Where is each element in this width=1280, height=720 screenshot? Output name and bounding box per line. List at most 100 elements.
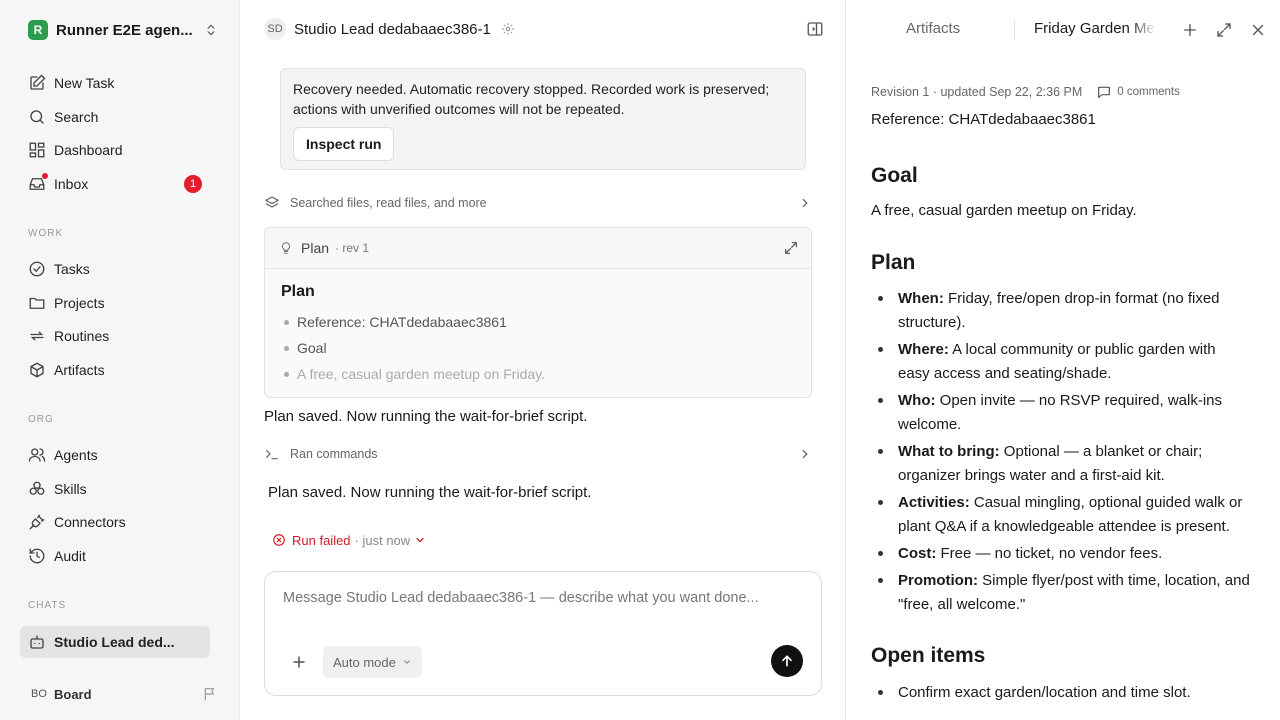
comment-icon[interactable] — [1096, 84, 1112, 100]
open-items-list: Confirm exact garden/location and time s… — [871, 681, 1251, 705]
gear-icon[interactable] — [501, 22, 515, 36]
lightbulb-icon — [281, 242, 291, 254]
section-label-org: ORG — [28, 414, 54, 425]
chat-header: SD Studio Lead dedabaaec386-1 — [264, 17, 824, 41]
goal-heading: Goal — [871, 164, 918, 187]
item-key: Cost: — [898, 545, 937, 562]
list-item: Promotion: Simple flyer/post with time, … — [871, 569, 1251, 617]
chat-title: Studio Lead dedabaaec386-1 — [294, 20, 491, 38]
sidebar-item-label: Inbox — [54, 176, 89, 192]
list-item: Who: Open invite — no RSVP required, wal… — [871, 389, 1251, 437]
artifact-document: Reference: CHATdedabaaec3861 Goal A free… — [871, 110, 1251, 708]
panel-toggle-icon[interactable] — [806, 20, 824, 38]
plan-card-title: Plan — [301, 240, 330, 256]
item-key: Activities: — [898, 494, 970, 511]
sidebar-item-inbox[interactable]: Inbox 1 — [20, 168, 210, 200]
plan-list: When: Friday, free/open drop-in format (… — [871, 287, 1251, 617]
tab-divider — [1014, 20, 1015, 40]
item-text: Friday, free/open drop-in format (no fix… — [898, 290, 1220, 331]
expand-icon[interactable] — [783, 240, 799, 256]
chevron-right-icon — [802, 449, 808, 459]
sidebar-item-new-task[interactable]: New Task — [20, 67, 210, 99]
run-status[interactable]: Run failed · just now — [272, 530, 426, 550]
plan-preview-list: Reference: CHATdedabaaec3861 Goal A free… — [281, 309, 795, 387]
plan-card-header: Plan · rev 1 — [265, 228, 811, 269]
inspect-run-button[interactable]: Inspect run — [293, 127, 395, 161]
chevron-right-icon — [802, 198, 808, 208]
inbox-icon — [28, 173, 48, 193]
sidebar-item-label: Tasks — [54, 261, 90, 277]
list-item: Activities: Casual mingling, optional gu… — [871, 491, 1251, 539]
tab-friday-garden-meetup[interactable]: Friday Garden Meetup — [1034, 20, 1156, 37]
user-footer[interactable]: BO Board — [28, 682, 218, 706]
list-item: Cost: Free — no ticket, no vendor fees. — [871, 542, 1251, 566]
plus-icon[interactable] — [1181, 21, 1199, 39]
plan-card-body: Plan Reference: CHATdedabaaec3861 Goal A… — [265, 269, 811, 397]
sidebar-item-skills[interactable]: Skills — [20, 473, 210, 505]
item-key: Promotion: — [898, 572, 978, 589]
item-key: What to bring: — [898, 443, 1000, 460]
sidebar-item-artifacts[interactable]: Artifacts — [20, 354, 210, 386]
sidebar-item-chat-studio-lead[interactable]: Studio Lead ded... — [20, 626, 210, 658]
run-status-time: · just now — [354, 532, 411, 548]
workspace-switcher[interactable]: R Runner E2E agen... — [28, 18, 218, 42]
comments-count[interactable]: 0 comments — [1117, 86, 1180, 98]
layers-icon — [265, 196, 279, 208]
mode-label: Auto mode — [333, 654, 396, 670]
add-attachment-icon[interactable] — [289, 652, 309, 672]
footer-label: Board — [54, 686, 92, 702]
message-input[interactable] — [283, 590, 803, 614]
plan-card-rev: · rev 1 — [335, 241, 370, 255]
tab-artifacts[interactable]: Artifacts — [906, 20, 960, 37]
sidebar-item-label: Connectors — [54, 514, 126, 530]
sidebar-item-dashboard[interactable]: Dashboard — [20, 134, 210, 166]
activity-row-searched[interactable]: Searched files, read files, and more — [264, 191, 812, 215]
list-item: Where: A local community or public garde… — [871, 338, 1251, 386]
sidebar-item-agents[interactable]: Agents — [20, 439, 210, 471]
cube-icon — [30, 362, 44, 378]
skills-icon — [29, 481, 45, 495]
sidebar-item-tasks[interactable]: Tasks — [20, 253, 210, 285]
assistant-message: Plan saved. Now running the wait-for-bri… — [264, 408, 588, 425]
item-key: When: — [898, 290, 944, 307]
section-label-chats: CHATS — [28, 600, 67, 611]
revision-info: Revision 1 · updated Sep 22, 2:36 PM — [871, 85, 1083, 99]
sidebar-item-search[interactable]: Search — [20, 101, 210, 133]
arrow-up-icon — [782, 655, 792, 667]
goal-text: A free, casual garden meetup on Friday. — [871, 202, 1137, 219]
sidebar: R Runner E2E agen... New Task Search Das… — [0, 0, 240, 720]
list-item: Goal — [281, 335, 795, 361]
close-icon[interactable] — [1249, 21, 1267, 39]
avatar: SD — [264, 18, 286, 40]
sidebar-item-routines[interactable]: Routines — [20, 320, 210, 352]
assistant-message: Plan saved. Now running the wait-for-bri… — [268, 484, 592, 501]
repeat-icon — [30, 331, 44, 341]
expand-icon[interactable] — [1215, 21, 1233, 39]
sidebar-item-label: Search — [54, 109, 99, 125]
sidebar-item-label: Artifacts — [54, 362, 105, 378]
mode-select[interactable]: Auto mode — [323, 646, 422, 678]
list-item: When: Friday, free/open drop-in format (… — [871, 287, 1251, 335]
sidebar-item-label: New Task — [54, 75, 115, 91]
chevron-down-icon — [403, 660, 410, 664]
recovery-banner: Recovery needed. Automatic recovery stop… — [280, 68, 806, 170]
chevron-up-down-icon — [207, 24, 215, 36]
edit-icon — [30, 74, 46, 90]
workspace-logo: R — [28, 20, 48, 40]
item-text: Open invite — no RSVP required, walk-ins… — [898, 392, 1223, 433]
sidebar-item-label: Routines — [54, 328, 110, 344]
send-button[interactable] — [771, 645, 803, 677]
item-text: Free — no ticket, no vendor fees. — [936, 545, 1163, 562]
flag-icon[interactable] — [202, 686, 218, 702]
activity-row-commands[interactable]: Ran commands — [264, 442, 812, 466]
section-label-work: WORK — [28, 228, 64, 239]
sidebar-item-label: Projects — [54, 295, 105, 311]
list-item: What to bring: Optional — a blanket or c… — [871, 440, 1251, 488]
sidebar-item-projects[interactable]: Projects — [20, 287, 210, 319]
search-icon — [30, 110, 44, 124]
list-item: Reference: CHATdedabaaec3861 — [281, 309, 795, 335]
sidebar-item-audit[interactable]: Audit — [20, 540, 210, 572]
sidebar-item-connectors[interactable]: Connectors — [20, 506, 210, 538]
item-key: Who: — [898, 392, 936, 409]
artifact-panel: Artifacts Friday Garden Meetup Revision … — [847, 0, 1280, 720]
